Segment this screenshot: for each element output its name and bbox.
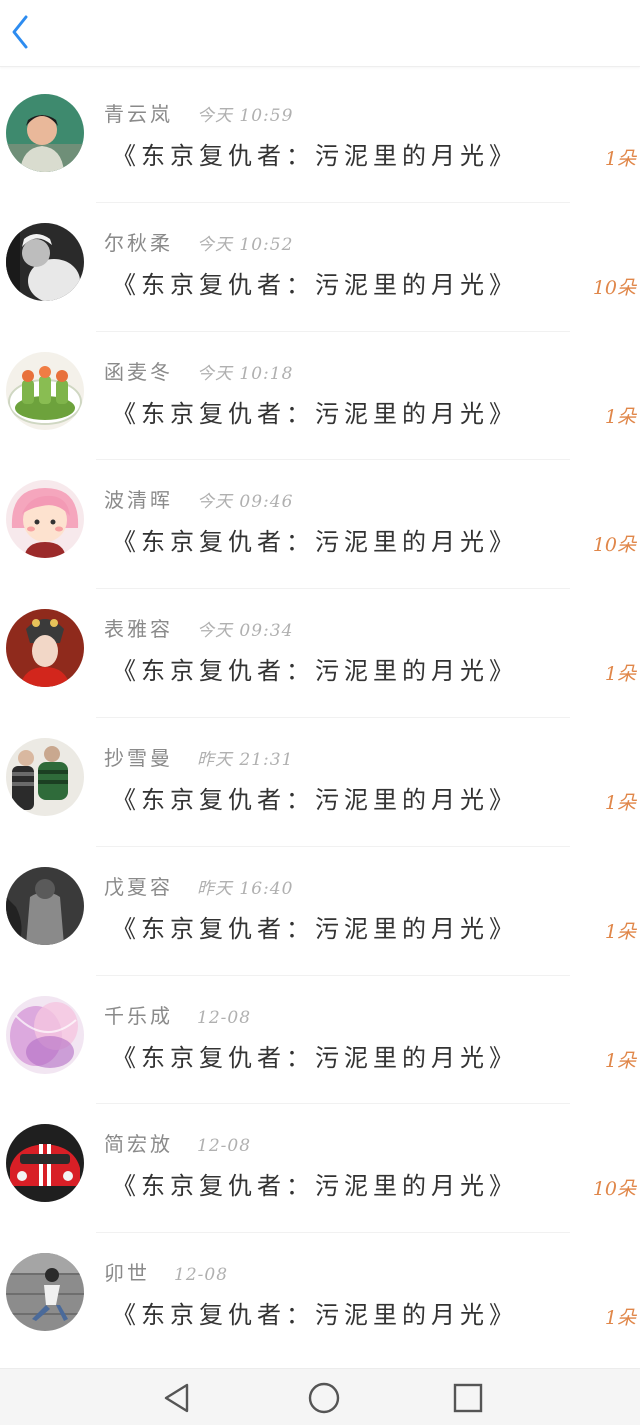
list-item[interactable]: 抄雪曼 昨天 21:31 《东京复仇者：污泥里的月光》 1朵 bbox=[0, 718, 640, 847]
sender-name[interactable]: 函麦冬 bbox=[104, 356, 173, 385]
avatar[interactable] bbox=[6, 94, 84, 172]
list-item[interactable]: 卯世 12-08 《东京复仇者：污泥里的月光》 1朵 bbox=[0, 1233, 640, 1362]
list-item[interactable]: 戊夏容 昨天 16:40 《东京复仇者：污泥里的月光》 1朵 bbox=[0, 847, 640, 976]
nav-recents-button[interactable] bbox=[451, 1381, 485, 1415]
gift-record-list: 青云岚 今天 10:59 《东京复仇者：污泥里的月光》 1朵 尔秋柔 今天 10… bbox=[0, 74, 640, 1362]
list-item[interactable]: 波清晖 今天 09:46 《东京复仇者：污泥里的月光》 10朵 bbox=[0, 460, 640, 590]
avatar[interactable] bbox=[6, 351, 84, 430]
sent-time: 今天 09:46 bbox=[197, 492, 294, 513]
avatar[interactable] bbox=[6, 995, 84, 1074]
flower-count: 10朵 bbox=[592, 276, 636, 299]
list-item[interactable]: 函麦冬 今天 10:18 《东京复仇者：污泥里的月光》 1朵 bbox=[0, 332, 640, 461]
flower-count: 1朵 bbox=[604, 791, 636, 814]
square-recents-icon bbox=[453, 1383, 483, 1413]
sent-time: 今天 10:59 bbox=[197, 106, 294, 126]
sent-time: 今天 09:34 bbox=[197, 621, 294, 642]
avatar[interactable] bbox=[6, 222, 84, 301]
flower-count: 1朵 bbox=[604, 405, 636, 428]
nav-back-button[interactable] bbox=[160, 1381, 194, 1415]
sender-name[interactable]: 波清晖 bbox=[104, 484, 173, 513]
sent-time: 12-08 bbox=[197, 1136, 252, 1157]
system-nav-bar bbox=[0, 1368, 640, 1425]
sender-name[interactable]: 千乐成 bbox=[104, 1000, 173, 1029]
flower-count: 1朵 bbox=[604, 1307, 636, 1330]
avatar[interactable] bbox=[6, 609, 84, 688]
flower-count: 1朵 bbox=[604, 920, 636, 943]
nav-home-button[interactable] bbox=[307, 1381, 341, 1415]
flower-count: 1朵 bbox=[604, 1049, 636, 1072]
sender-name[interactable]: 戊夏容 bbox=[104, 871, 173, 900]
sent-time: 今天 10:18 bbox=[197, 363, 294, 384]
sent-time: 12-08 bbox=[174, 1265, 229, 1286]
book-title: 《东京复仇者：污泥里的月光》 bbox=[112, 1301, 518, 1330]
avatar[interactable] bbox=[6, 1124, 84, 1203]
book-title: 《东京复仇者：污泥里的月光》 bbox=[112, 785, 518, 814]
sender-name[interactable]: 简宏放 bbox=[104, 1128, 173, 1157]
sent-time: 今天 10:52 bbox=[197, 234, 294, 255]
avatar[interactable] bbox=[6, 480, 84, 559]
sender-name[interactable]: 卯世 bbox=[104, 1257, 150, 1286]
book-title: 《东京复仇者：污泥里的月光》 bbox=[112, 1172, 518, 1201]
book-title: 《东京复仇者：污泥里的月光》 bbox=[112, 528, 518, 557]
avatar[interactable] bbox=[6, 866, 84, 945]
sent-time: 昨天 21:31 bbox=[197, 749, 294, 770]
sender-name[interactable]: 表雅容 bbox=[104, 613, 173, 642]
list-item[interactable]: 青云岚 今天 10:59 《东京复仇者：污泥里的月光》 1朵 bbox=[0, 74, 640, 203]
sender-name[interactable]: 青云岚 bbox=[104, 98, 173, 127]
triangle-back-icon bbox=[164, 1383, 189, 1413]
flower-count: 10朵 bbox=[592, 1178, 636, 1201]
flower-count: 1朵 bbox=[604, 148, 636, 170]
top-bar bbox=[0, 0, 640, 67]
book-title: 《东京复仇者：污泥里的月光》 bbox=[112, 142, 518, 170]
list-item[interactable]: 千乐成 12-08 《东京复仇者：污泥里的月光》 1朵 bbox=[0, 976, 640, 1105]
chevron-left-icon bbox=[12, 15, 28, 49]
book-title: 《东京复仇者：污泥里的月光》 bbox=[112, 399, 518, 428]
list-item[interactable]: 表雅容 今天 09:34 《东京复仇者：污泥里的月光》 1朵 bbox=[0, 589, 640, 718]
avatar[interactable] bbox=[6, 1253, 84, 1332]
circle-home-icon bbox=[308, 1382, 340, 1414]
sender-name[interactable]: 抄雪曼 bbox=[104, 742, 173, 771]
back-button[interactable] bbox=[4, 10, 36, 54]
sender-name[interactable]: 尔秋柔 bbox=[104, 227, 173, 256]
sent-time: 昨天 16:40 bbox=[197, 878, 294, 899]
list-item[interactable]: 尔秋柔 今天 10:52 《东京复仇者：污泥里的月光》 10朵 bbox=[0, 203, 640, 332]
sent-time: 12-08 bbox=[197, 1007, 252, 1028]
list-item[interactable]: 简宏放 12-08 《东京复仇者：污泥里的月光》 10朵 bbox=[0, 1104, 640, 1234]
avatar[interactable] bbox=[6, 737, 84, 816]
book-title: 《东京复仇者：污泥里的月光》 bbox=[112, 657, 518, 686]
flower-count: 1朵 bbox=[604, 663, 636, 686]
book-title: 《东京复仇者：污泥里的月光》 bbox=[112, 914, 518, 943]
flower-count: 10朵 bbox=[592, 534, 636, 557]
book-title: 《东京复仇者：污泥里的月光》 bbox=[112, 1043, 518, 1072]
book-title: 《东京复仇者：污泥里的月光》 bbox=[112, 270, 518, 299]
